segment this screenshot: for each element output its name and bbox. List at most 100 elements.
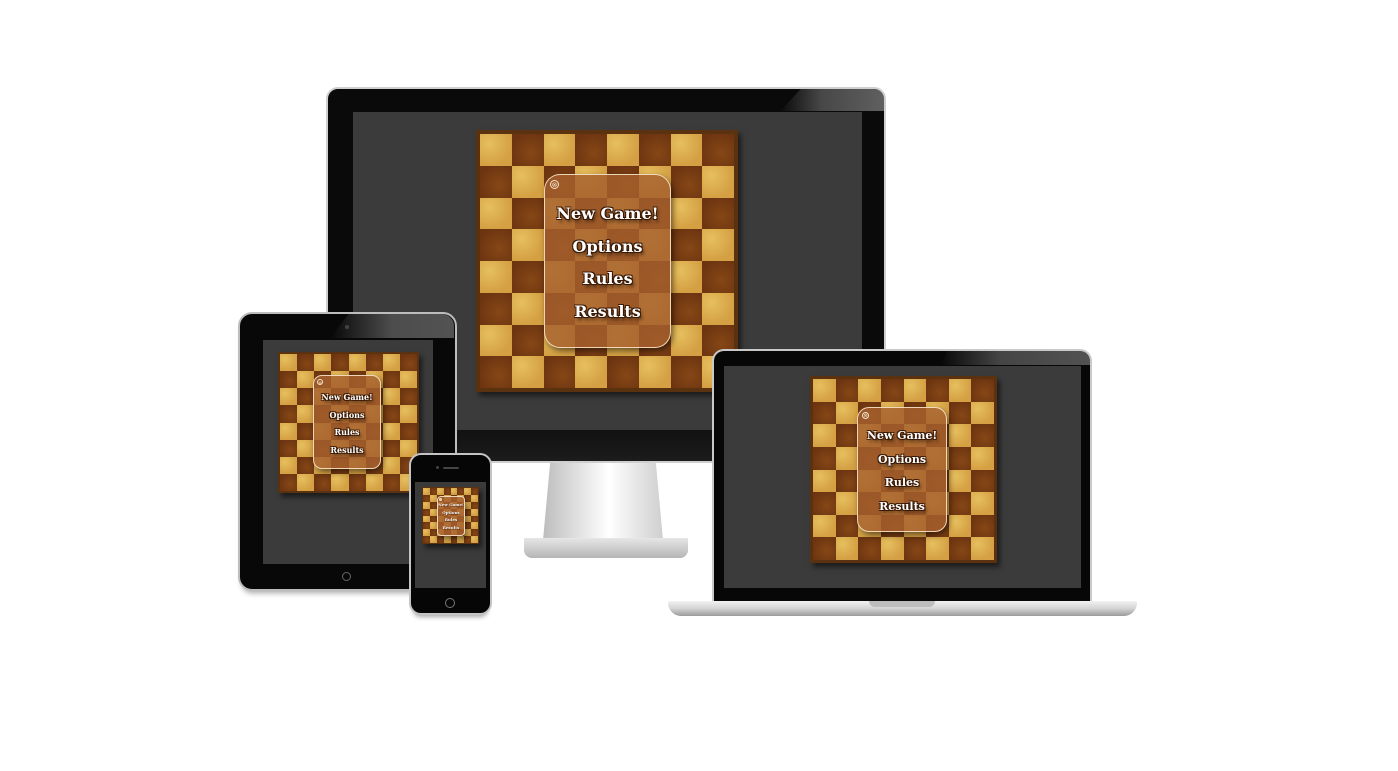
board-square[interactable] xyxy=(835,469,859,493)
board-square[interactable] xyxy=(471,515,478,523)
board-square[interactable] xyxy=(382,439,400,457)
board-square[interactable] xyxy=(423,508,430,516)
checkerboard[interactable]: ⊗ New Game! Options Rules Results xyxy=(476,130,738,392)
board-square[interactable] xyxy=(464,501,472,509)
board-square[interactable] xyxy=(423,529,430,537)
rules-button[interactable]: Rules xyxy=(582,271,632,287)
board-square[interactable] xyxy=(948,424,972,447)
board-square[interactable] xyxy=(670,261,703,293)
board-square[interactable] xyxy=(948,514,972,538)
board-square[interactable] xyxy=(399,371,417,389)
board-square[interactable] xyxy=(464,488,472,495)
board-square[interactable] xyxy=(429,501,437,509)
board-square[interactable] xyxy=(511,356,544,388)
board-square[interactable] xyxy=(297,354,315,372)
board-square[interactable] xyxy=(331,473,349,491)
board-square[interactable] xyxy=(607,356,639,388)
board-square[interactable] xyxy=(457,488,465,495)
board-square[interactable] xyxy=(429,529,437,537)
board-square[interactable] xyxy=(813,401,836,425)
board-square[interactable] xyxy=(702,261,734,293)
board-square[interactable] xyxy=(835,424,859,447)
board-square[interactable] xyxy=(471,508,478,516)
board-square[interactable] xyxy=(858,379,881,402)
board-square[interactable] xyxy=(365,473,383,491)
board-square[interactable] xyxy=(280,422,298,440)
board-square[interactable] xyxy=(543,134,576,166)
board-square[interactable] xyxy=(511,229,544,261)
board-square[interactable] xyxy=(297,473,315,491)
board-square[interactable] xyxy=(443,536,451,543)
board-square[interactable] xyxy=(464,508,472,516)
board-square[interactable] xyxy=(948,537,972,560)
board-square[interactable] xyxy=(382,456,400,474)
board-square[interactable] xyxy=(971,514,994,538)
board-square[interactable] xyxy=(480,197,512,230)
board-square[interactable] xyxy=(464,536,472,543)
board-square[interactable] xyxy=(511,324,544,357)
board-square[interactable] xyxy=(511,261,544,293)
board-square[interactable] xyxy=(423,488,430,495)
close-icon[interactable]: ⊗ xyxy=(439,498,442,501)
checkerboard[interactable]: ⊗ New Game! Options Rules Results xyxy=(422,487,479,544)
board-square[interactable] xyxy=(835,379,859,402)
board-square[interactable] xyxy=(926,537,949,560)
board-square[interactable] xyxy=(702,292,734,325)
board-square[interactable] xyxy=(543,356,576,388)
board-square[interactable] xyxy=(450,488,458,495)
board-square[interactable] xyxy=(670,165,703,198)
board-square[interactable] xyxy=(858,537,881,560)
board-square[interactable] xyxy=(436,536,444,543)
close-icon[interactable]: ⊗ xyxy=(550,180,559,189)
board-square[interactable] xyxy=(835,401,859,425)
board-square[interactable] xyxy=(443,488,451,495)
board-square[interactable] xyxy=(480,134,512,166)
checkerboard[interactable]: ⊗ New Game! Options Rules Results xyxy=(810,376,997,563)
board-square[interactable] xyxy=(702,134,734,166)
board-square[interactable] xyxy=(813,537,836,560)
options-button[interactable]: Options xyxy=(573,238,643,255)
board-square[interactable] xyxy=(464,529,472,537)
board-square[interactable] xyxy=(702,229,734,261)
board-square[interactable] xyxy=(971,401,994,425)
board-square[interactable] xyxy=(436,488,444,495)
results-button[interactable]: Results xyxy=(330,446,363,454)
board-square[interactable] xyxy=(971,492,994,515)
board-square[interactable] xyxy=(423,515,430,523)
board-square[interactable] xyxy=(297,439,315,457)
board-square[interactable] xyxy=(429,522,437,530)
board-square[interactable] xyxy=(948,401,972,425)
new-game-button[interactable]: New Game! xyxy=(321,393,372,401)
results-button[interactable]: Results xyxy=(879,501,925,512)
board-square[interactable] xyxy=(880,379,904,402)
board-square[interactable] xyxy=(480,261,512,293)
board-square[interactable] xyxy=(280,473,298,491)
board-square[interactable] xyxy=(399,422,417,440)
board-square[interactable] xyxy=(813,379,836,402)
board-square[interactable] xyxy=(457,536,465,543)
board-square[interactable] xyxy=(670,229,703,261)
board-square[interactable] xyxy=(429,488,437,495)
board-square[interactable] xyxy=(423,536,430,543)
tablet-home-button[interactable] xyxy=(342,572,351,581)
board-square[interactable] xyxy=(948,379,972,402)
rules-button[interactable]: Rules xyxy=(885,477,920,488)
board-square[interactable] xyxy=(314,473,332,491)
options-button[interactable]: Options xyxy=(878,454,926,465)
board-square[interactable] xyxy=(280,405,298,423)
board-square[interactable] xyxy=(480,292,512,325)
close-icon[interactable]: ⊗ xyxy=(862,412,869,419)
board-square[interactable] xyxy=(835,446,859,470)
new-game-button[interactable]: New Game! xyxy=(438,503,464,507)
board-square[interactable] xyxy=(948,446,972,470)
board-square[interactable] xyxy=(280,439,298,457)
board-square[interactable] xyxy=(280,456,298,474)
board-square[interactable] xyxy=(464,522,472,530)
board-square[interactable] xyxy=(280,371,298,389)
board-square[interactable] xyxy=(638,356,671,388)
options-button[interactable]: Options xyxy=(442,510,459,515)
board-square[interactable] xyxy=(464,515,472,523)
new-game-button[interactable]: New Game! xyxy=(556,205,658,222)
board-square[interactable] xyxy=(297,422,315,440)
board-square[interactable] xyxy=(382,371,400,389)
